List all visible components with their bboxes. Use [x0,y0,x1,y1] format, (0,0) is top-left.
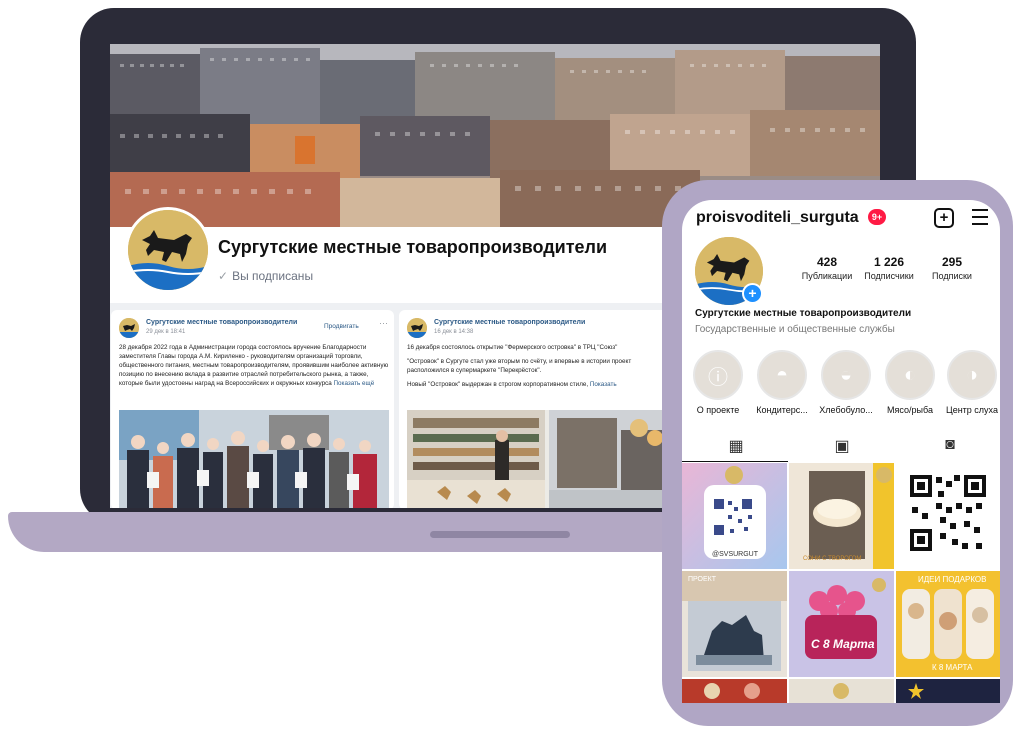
add-story-icon[interactable]: + [742,283,763,304]
wall-post: Сургутские местные товаропроизводители 2… [111,310,394,508]
check-icon: ✓ [218,269,229,283]
grid-post[interactable]: ПРОЕКТ [682,571,787,677]
grid-post[interactable]: СОНИ С ТВОРОГОМ [789,463,894,569]
post-text: 28 декабря 2022 года в Администрации гор… [119,343,389,388]
grid-post[interactable] [896,679,1000,703]
grid-post[interactable]: ИДЕИ ПОДАРКОВ К 8 МАРТА [896,571,1000,677]
tile-title: ИДЕИ ПОДАРКОВ [918,575,987,584]
reels-icon[interactable]: ▣ [832,436,852,456]
story-highlight[interactable]: ◒ Хлебобуло... [816,350,876,415]
grid-post[interactable]: С 8 Марта [789,571,894,677]
hamburger-menu-icon[interactable] [972,209,988,225]
cake-icon: ◓ [757,350,807,400]
stat-value: 428 [816,255,838,269]
stat-value: 295 [941,255,963,269]
post-author[interactable]: Сургутские местные товаропроизводители [434,319,585,326]
highlight-label: Центр слуха [946,405,998,415]
post-paragraph: 16 декабря состоялось открытие "Фермерск… [407,344,618,351]
tagged-icon[interactable]: ◙ [940,436,960,456]
profile-username[interactable]: proisvoditeli_surguta [696,209,859,227]
post-paragraph: "Островок" в Сургуте стал уже вторым по … [407,358,632,374]
story-highlight[interactable]: ◐ Мясо/рыба [880,350,940,415]
group-title: Сургутские местные товаропроизводители [218,237,608,257]
group-avatar[interactable] [125,207,211,293]
active-tab-indicator [682,461,788,462]
tile-caption: @SVSURGUT [712,551,758,558]
posts-grid: @SVSURGUT СОНИ С ТВОРОГОМ ПРОЕКТ С 8 Мар… [682,463,1000,703]
post-photo[interactable] [407,410,697,508]
subscribe-status-label: Вы подписаны [232,269,314,283]
post-author-avatar[interactable] [119,318,139,338]
tile-caption: К 8 МАРТА [932,663,973,672]
story-highlight[interactable]: ◓ Кондитерс... [752,350,812,415]
tile-caption: ПРОЕКТ [688,576,717,583]
promote-button[interactable]: Продвигать [324,323,359,330]
story-highlight[interactable]: ⓘ О проекте [688,350,748,415]
laptop-notch [430,531,570,538]
wall-post: Сургутские местные товаропроизводители 1… [399,310,699,508]
profile-tabs: ▦ ▣ ◙ [682,432,1000,462]
post-author-avatar[interactable] [407,318,427,338]
info-icon: ⓘ [693,350,743,400]
grid-post[interactable] [789,679,894,703]
stat-following[interactable]: 295 Подписки [922,255,982,281]
grid-post[interactable] [682,679,787,703]
story-highlight[interactable]: ◑ Центр слуха [942,350,1000,415]
highlight-label: Кондитерс... [756,405,808,415]
post-header: Сургутские местные товаропроизводители 1… [399,310,699,340]
post-text: 16 декабря состоялось открытие "Фермерск… [407,343,665,394]
post-date[interactable]: 16 дек в 14:38 [434,329,473,335]
create-post-icon[interactable]: + [934,208,954,228]
post-date[interactable]: 29 дек в 18:41 [146,329,185,335]
stat-posts[interactable]: 428 Публикации [797,255,857,281]
profile-name: Сургутские местные товаропроизводители [695,308,912,319]
stat-label: Подписчики [864,271,914,281]
tile-caption: СОНИ С ТВОРОГОМ [803,556,862,562]
profile-category: Государственные и общественные службы [695,324,895,335]
notification-badge[interactable]: 9+ [868,209,886,225]
ear-icon: ◑ [947,350,997,400]
bread-icon: ◒ [821,350,871,400]
show-more-link[interactable]: Показать [590,381,617,388]
more-icon[interactable]: ⋯ [379,318,388,329]
highlight-label: Хлебобуло... [819,405,873,415]
show-more-link[interactable]: Показать ещё [334,380,375,387]
instagram-screen: proisvoditeli_surguta 9+ + + 428 Публика… [682,200,1000,703]
stat-label: Подписки [932,271,972,281]
post-paragraph: Новый "Островок" выдержан в строгом корп… [407,381,589,388]
grid-post[interactable]: @SVSURGUT [682,463,787,569]
grid-icon[interactable]: ▦ [726,436,746,456]
stat-label: Публикации [801,271,853,281]
highlight-label: О проекте [696,405,740,415]
post-author[interactable]: Сургутские местные товаропроизводители [146,319,297,326]
grid-post[interactable] [896,463,1000,569]
stat-value: 1 226 [873,255,905,269]
post-photo[interactable] [119,410,389,508]
post-header: Сургутские местные товаропроизводители 2… [111,310,394,340]
tile-title: С 8 Марта [811,637,875,651]
meat-icon: ◐ [885,350,935,400]
subscribe-status[interactable]: ✓ Вы подписаны [218,269,313,283]
highlight-label: Мясо/рыба [887,405,933,415]
stat-followers[interactable]: 1 226 Подписчики [859,255,919,281]
